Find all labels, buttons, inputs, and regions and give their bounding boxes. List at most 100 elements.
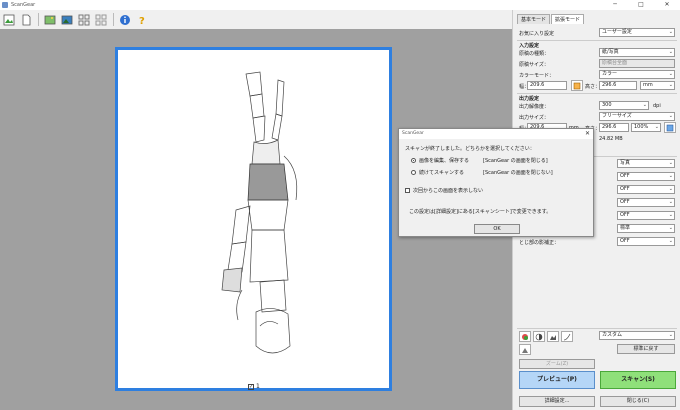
image-number-label: 1 xyxy=(256,383,260,390)
scanned-sketch xyxy=(221,71,298,354)
resolution-label: 出力解像度： xyxy=(519,104,550,110)
ok-button[interactable]: OK xyxy=(474,224,520,234)
divider xyxy=(517,40,677,41)
dialog-note: この設定は[詳細設定]にある[スキャンシート]で変更できます。 xyxy=(409,209,552,215)
check-icon: ✓ xyxy=(248,383,254,390)
gutter-shadow-label: とじ部の影補正： xyxy=(519,240,560,246)
checkbox-icon xyxy=(405,188,410,193)
radio-selected-icon xyxy=(411,158,416,163)
chevron-down-icon: ⌄ xyxy=(668,238,673,244)
toolbar-separator xyxy=(38,13,39,26)
scan-complete-dialog: ScanGear ✕ スキャンが終了しました。どちらかを選択してください： 画像… xyxy=(398,128,594,237)
dont-show-checkbox[interactable]: 次回からこの画面を表示しない xyxy=(405,187,483,194)
document-icon[interactable] xyxy=(18,12,33,27)
adjust-select-1[interactable]: 写真 ⌄ xyxy=(617,159,675,168)
color-preset-select[interactable]: カスタム ⌄ xyxy=(599,331,675,340)
adjust-select-2[interactable]: OFF ⌄ xyxy=(617,172,675,181)
dialog-title: ScanGear xyxy=(402,131,424,136)
output-height-field[interactable]: 296.6 xyxy=(599,123,629,132)
threshold-icon[interactable] xyxy=(519,344,531,355)
output-lock-icon[interactable] xyxy=(664,122,676,133)
chevron-down-icon: ⌄ xyxy=(668,29,673,35)
option-continue-scan[interactable]: 続けてスキャンする xyxy=(411,169,464,176)
adjust-select-5[interactable]: OFF ⌄ xyxy=(617,211,675,220)
option-edit-save-desc: [ScanGear の画面を閉じる] xyxy=(483,158,548,164)
chevron-down-icon: ⌄ xyxy=(668,212,673,218)
chevron-down-icon: ⌄ xyxy=(668,173,673,179)
color-mode-select[interactable]: カラー ⌄ xyxy=(599,70,675,79)
adjust-select-3[interactable]: OFF ⌄ xyxy=(617,185,675,194)
title-bar: ScanGear ─ □ ✕ xyxy=(0,0,680,10)
app-icon xyxy=(2,2,8,8)
doc-size-label: 原稿サイズ： xyxy=(519,62,549,68)
tab-basic-mode[interactable]: 基本モード xyxy=(517,14,551,24)
input-width-field[interactable]: 209.6 xyxy=(527,81,567,90)
chevron-down-icon: ⌄ xyxy=(668,49,673,55)
resolution-select[interactable]: 300 ⌄ xyxy=(599,101,649,110)
doc-type-select[interactable]: 紙/写真 ⌄ xyxy=(599,48,675,57)
mode-tabs: 基本モード 拡張モード xyxy=(513,14,680,24)
doc-type-label: 原稿の種類： xyxy=(519,51,550,57)
divider xyxy=(517,328,677,329)
preview-button[interactable]: プレビュー(P) xyxy=(519,371,595,389)
image-icon[interactable] xyxy=(1,12,16,27)
close-window-button[interactable]: ✕ xyxy=(654,0,680,10)
histogram-icon[interactable] xyxy=(547,331,559,342)
dialog-message: スキャンが終了しました。どちらかを選択してください： xyxy=(405,146,535,152)
tone-curve-icon[interactable] xyxy=(561,331,573,342)
color-mode-label: カラーモード： xyxy=(519,73,555,79)
output-size-select[interactable]: フリーサイズ ⌄ xyxy=(599,112,675,121)
toolbar: ? xyxy=(0,10,512,29)
window-title: ScanGear xyxy=(11,2,36,8)
chevron-down-icon: ⌄ xyxy=(668,160,673,166)
maximize-button[interactable]: □ xyxy=(628,0,654,10)
dialog-close-icon[interactable]: ✕ xyxy=(585,129,590,139)
info-icon[interactable] xyxy=(117,12,132,27)
input-height-label: 高さ： xyxy=(585,84,601,90)
chevron-down-icon: ⌄ xyxy=(642,102,647,108)
favorites-label: お気に入り設定 xyxy=(519,31,555,37)
zoom-button[interactable]: ズーム(Z) xyxy=(519,359,595,369)
photo-color-icon[interactable] xyxy=(42,12,57,27)
option-edit-save[interactable]: 画像を編集、保存する xyxy=(411,157,469,164)
chevron-down-icon: ⌄ xyxy=(654,124,659,130)
input-settings-heading: 入力設定 xyxy=(519,43,540,49)
help-icon[interactable]: ? xyxy=(134,12,149,27)
image-select-checkbox[interactable]: ✓ 1 xyxy=(248,383,260,390)
radio-unselected-icon xyxy=(411,170,416,175)
chevron-down-icon: ⌄ xyxy=(668,199,673,205)
tab-advanced-mode[interactable]: 拡張モード xyxy=(551,14,585,24)
gutter-shadow-select[interactable]: OFF ⌄ xyxy=(617,237,675,246)
output-settings-heading: 出力設定 xyxy=(519,96,540,102)
adjust-select-6[interactable]: 標準 ⌄ xyxy=(617,224,675,233)
photo-bw-icon[interactable] xyxy=(59,12,74,27)
crop-grid-icon[interactable] xyxy=(93,12,108,27)
scale-select[interactable]: 100% ⌄ xyxy=(631,123,661,132)
brightness-icon[interactable] xyxy=(533,331,545,342)
data-size-value: 24.82 MB xyxy=(599,136,623,142)
toolbar-separator xyxy=(113,13,114,26)
color-adjust-icon[interactable] xyxy=(519,331,531,342)
close-button[interactable]: 閉じる(C) xyxy=(600,396,676,407)
output-size-label: 出力サイズ： xyxy=(519,115,549,121)
preferences-button[interactable]: 詳細設定... xyxy=(519,396,595,407)
svg-text:?: ? xyxy=(139,16,145,26)
resolution-unit: dpi xyxy=(653,103,661,109)
chevron-down-icon: ⌄ xyxy=(668,225,673,231)
minimize-button[interactable]: ─ xyxy=(602,0,628,10)
thumbnail-grid-icon[interactable] xyxy=(76,12,91,27)
dialog-title-bar: ScanGear ✕ xyxy=(399,129,593,139)
chevron-down-icon: ⌄ xyxy=(668,113,673,119)
input-height-field[interactable]: 296.6 xyxy=(599,81,637,90)
chevron-down-icon: ⌄ xyxy=(668,71,673,77)
aspect-lock-icon[interactable] xyxy=(571,80,583,91)
adjust-select-4[interactable]: OFF ⌄ xyxy=(617,198,675,207)
scan-button[interactable]: スキャン(S) xyxy=(600,371,676,389)
favorites-select[interactable]: ユーザー設定 ⌄ xyxy=(599,28,675,37)
divider xyxy=(517,93,677,94)
scan-image-frame[interactable] xyxy=(115,47,392,391)
input-unit-select[interactable]: mm ⌄ xyxy=(640,81,675,90)
scanned-image xyxy=(138,60,368,370)
reset-defaults-button[interactable]: 標準に戻す xyxy=(617,344,675,354)
chevron-down-icon: ⌄ xyxy=(668,82,673,88)
